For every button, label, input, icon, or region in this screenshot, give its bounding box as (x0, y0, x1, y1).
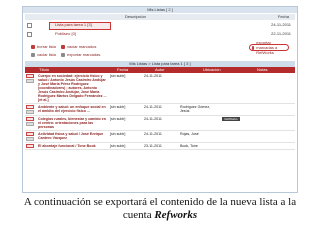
item-title[interactable]: El abordaje funcional / Tone Book (37, 142, 109, 150)
item-ubicacion (221, 73, 295, 104)
lists-header-name: Descripción (125, 14, 146, 19)
record-icon[interactable] (26, 144, 34, 148)
record-icon[interactable] (26, 137, 34, 141)
table-row[interactable]: Cuerpo en sociedad: ejercicio físico y s… (25, 73, 295, 104)
item-autor (179, 115, 221, 131)
trash-icon (31, 44, 35, 49)
item-notas: [sin subir] (109, 73, 143, 104)
col-titulo: Título (39, 67, 50, 72)
list-name[interactable]: Publiseo [0] (55, 30, 76, 38)
item-ubicacion: RefWorks (221, 115, 295, 131)
record-icon[interactable] (26, 74, 34, 78)
table-row[interactable]: El abordaje funcional / Tone Book [sin s… (25, 142, 295, 150)
item-ubicacion (221, 130, 295, 143)
col-fecha: Fecha (117, 67, 129, 72)
record-icon[interactable] (26, 105, 34, 109)
item-autor: Rodríguez Gómez, Jesús (179, 103, 221, 116)
item-date: 23-11-2011 (143, 142, 179, 150)
item-autor: Rojas, José (179, 130, 221, 143)
record-icon[interactable] (26, 110, 34, 114)
item-notas: [sin subir] (109, 130, 143, 143)
item-date: 24-11-2011 (143, 115, 179, 131)
caption-line-1: A continuación se exportará el contenido… (23, 196, 297, 208)
record-icon[interactable] (26, 79, 34, 83)
col-ubicacion: Ubicación (203, 67, 221, 72)
screenshot-panel: Mis Listas [ 2 ] Descripción Fecha Lista… (22, 6, 298, 193)
item-autor: Book, Tone (179, 142, 221, 150)
item-title[interactable]: Ambiente y salud: un enfoque social en e… (37, 103, 109, 116)
table-row[interactable]: Actividad física y salud / José Enrique … (25, 130, 295, 143)
item-ubicacion (221, 142, 295, 150)
record-icon[interactable] (26, 122, 34, 126)
vaciar-marcados-button[interactable]: vaciar marcados (61, 44, 96, 49)
export-icon (61, 52, 65, 57)
list-checkbox[interactable] (27, 32, 32, 37)
slide-caption: A continuación se exportará el contenido… (0, 196, 320, 222)
list-date: 22-11-2011 (271, 31, 291, 36)
item-notas: [sin subir] (109, 142, 143, 150)
refworks-export-icon (252, 45, 255, 50)
list-item[interactable]: Publiseo [0] 22-11-2011 (25, 30, 295, 38)
item-notas: [sin subir] (109, 103, 143, 116)
borrar-lista-button[interactable]: borrar lista (31, 44, 56, 49)
col-autor: Autor (155, 67, 165, 72)
lists-header-date: Fecha (277, 14, 289, 19)
lists-header: Descripción Fecha (25, 14, 295, 20)
caption-line-2: cuenta Refworks (122, 209, 198, 221)
current-list-panel: Mis Listas > Lista para tarea 1 [ 3 ] Tí… (25, 61, 295, 150)
col-notas: Notas (257, 67, 268, 72)
item-notas: [sin subir] (109, 115, 143, 131)
exportar-marcadas-button[interactable]: exportar marcadas (61, 52, 100, 57)
exportar-refworks-button[interactable]: exportar marcadas a RefWorks (249, 40, 289, 55)
list-checkbox[interactable] (27, 23, 32, 28)
item-title[interactable]: Colegios rurales, bienestar y cambio en … (37, 115, 109, 131)
window-title: Mis Listas [ 2 ] (23, 7, 297, 13)
table-row[interactable]: Ambiente y salud: un enfoque social en e… (25, 103, 295, 116)
list-item[interactable]: Lista para tarea 1 [3] 24-11-2011 (25, 21, 295, 30)
item-ubicacion (221, 103, 295, 116)
item-date: 24-11-2011 (143, 103, 179, 116)
list-operations: borrar lista vaciar marcados vaciar list… (31, 40, 295, 58)
vaciar-lista-button[interactable]: vaciar lista (31, 52, 56, 57)
item-title[interactable]: Cuerpo en sociedad: ejercicio físico y s… (37, 73, 109, 104)
list-date: 24-11-2011 (271, 22, 291, 27)
list-name[interactable]: Lista para tarea 1 [3] (55, 21, 92, 29)
item-date: 24-11-2011 (143, 130, 179, 143)
current-list-header: Título Fecha Autor Ubicación Notas (25, 67, 295, 73)
record-icon[interactable] (26, 117, 34, 121)
item-date: 24-11-2011 (143, 73, 179, 104)
empty-icon (31, 52, 35, 57)
item-autor (179, 73, 221, 104)
table-row[interactable]: Colegios rurales, bienestar y cambio en … (25, 115, 295, 131)
current-list-table: Cuerpo en sociedad: ejercicio físico y s… (25, 73, 295, 150)
refworks-logo: RefWorks (222, 117, 240, 121)
item-title[interactable]: Actividad física y salud / José Enrique … (37, 130, 109, 143)
record-icon[interactable] (26, 132, 34, 136)
caption-emphasis: Refworks (154, 209, 198, 221)
clear-icon (61, 44, 65, 49)
